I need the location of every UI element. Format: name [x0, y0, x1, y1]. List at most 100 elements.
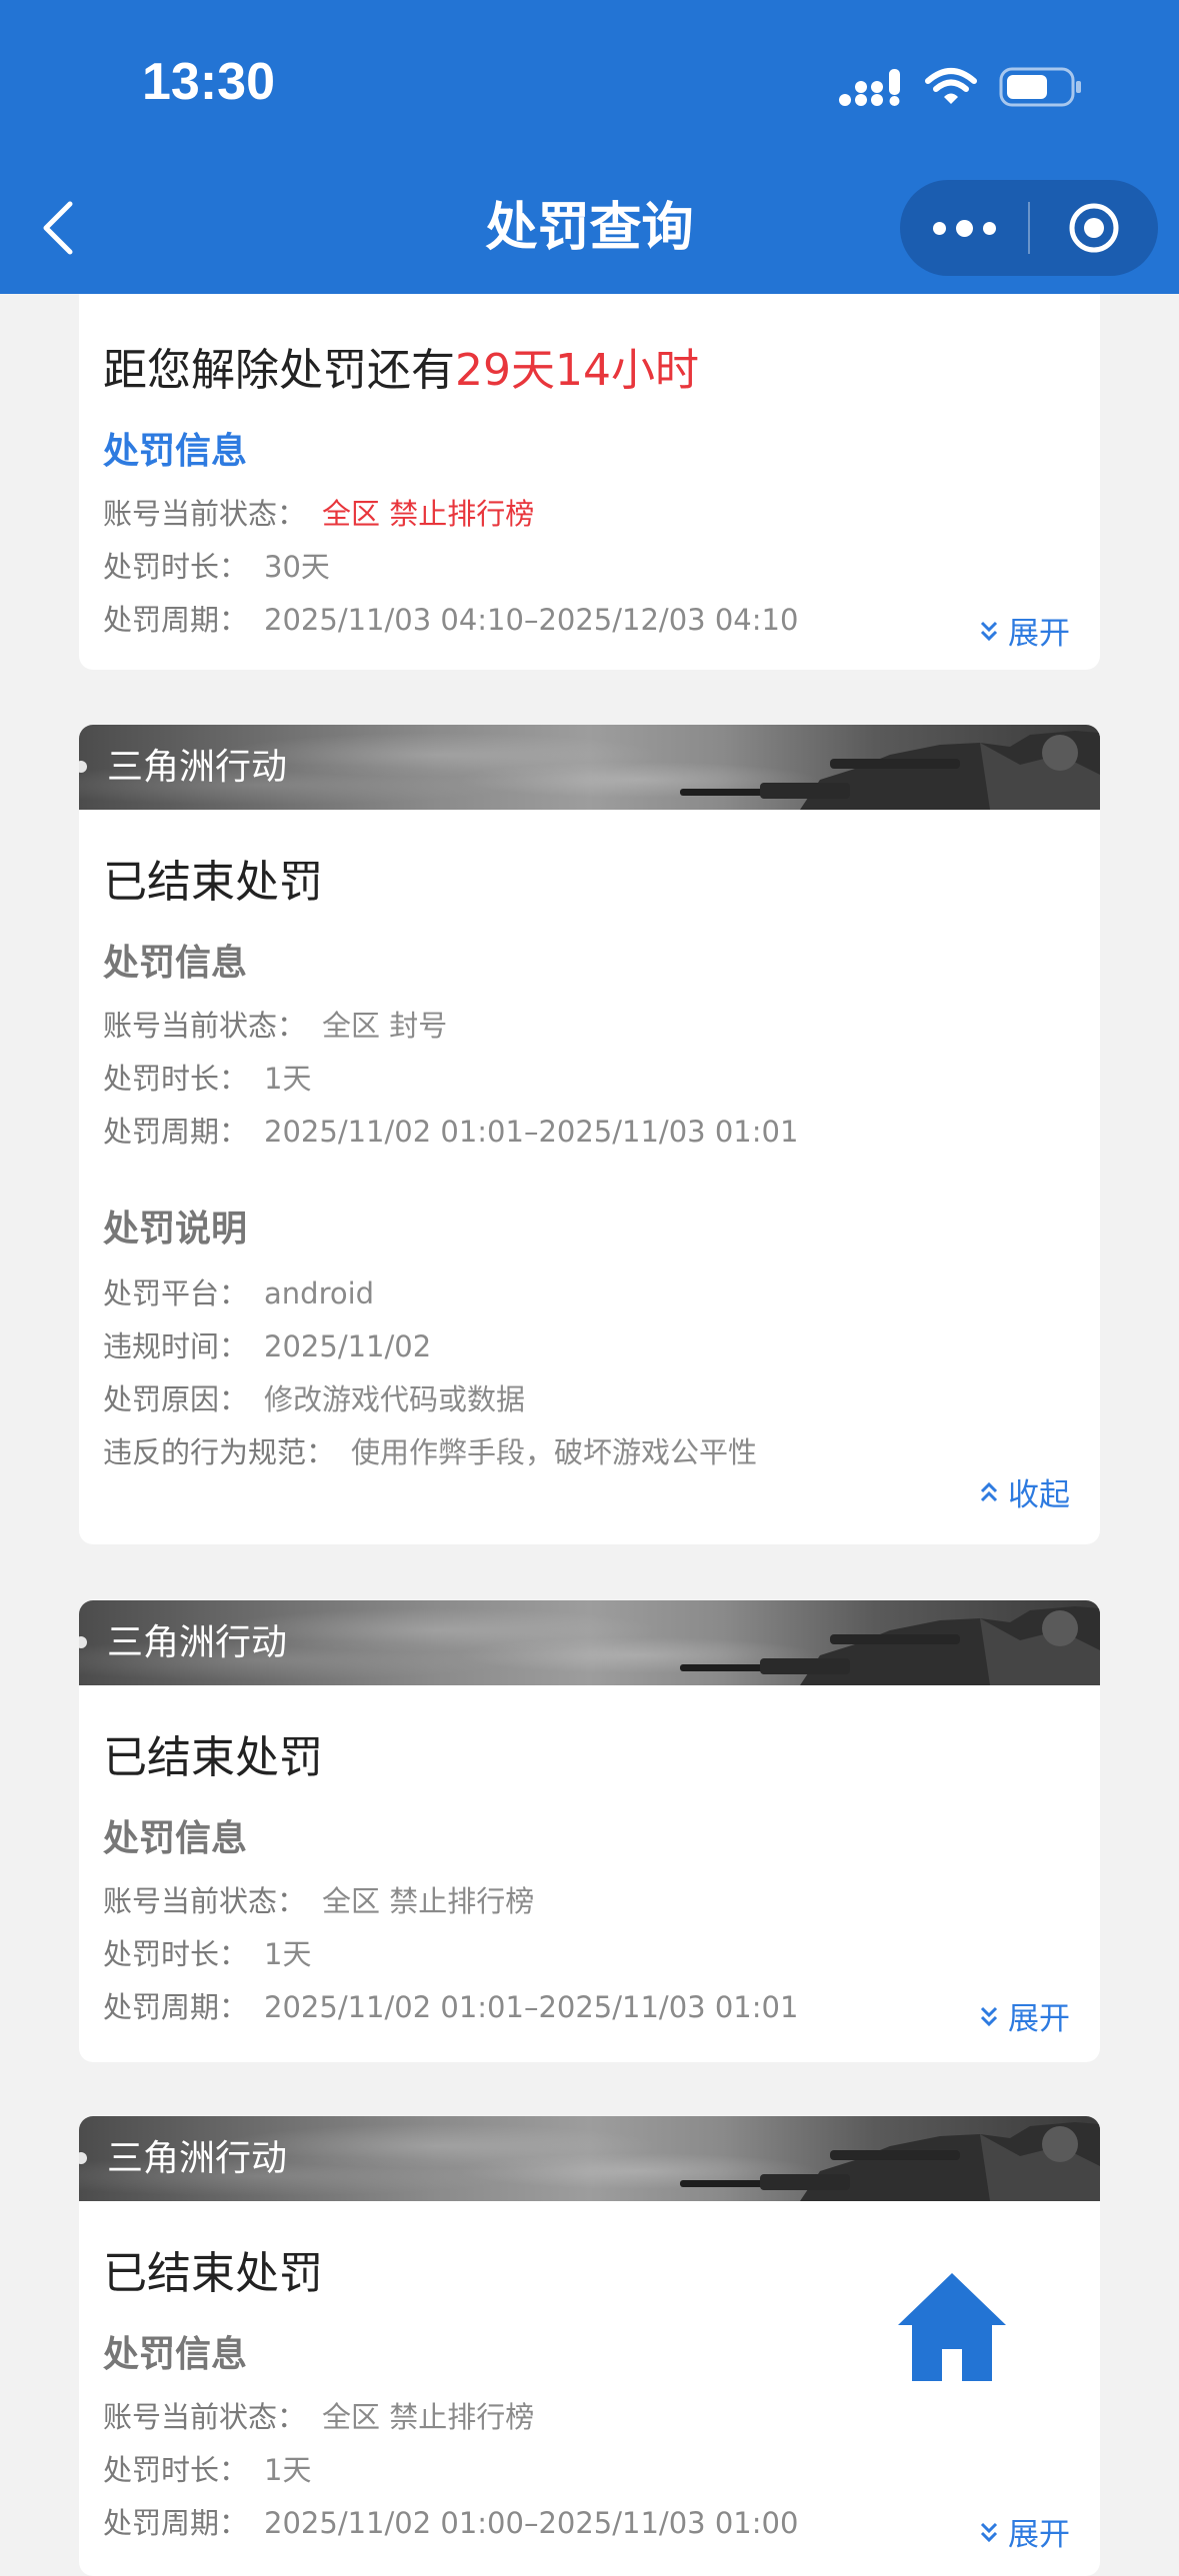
row-label: 账号当前状态：	[103, 2400, 307, 2434]
row-value: 全区 禁止排行榜	[322, 2400, 535, 2434]
row-label: 处罚时长：	[103, 550, 249, 584]
info-row-period: 处罚周期： 2025/11/02 01:00–2025/11/03 01:00	[103, 2497, 798, 2550]
more-dots-icon-right	[982, 221, 996, 235]
wifi-icon	[925, 68, 977, 104]
cellular-signal-icon	[839, 69, 900, 106]
info-row-duration: 处罚时长： 1天	[103, 1053, 798, 1106]
expand-toggle[interactable]: 展开	[978, 2509, 1070, 2554]
row-label: 账号当前状态：	[103, 1884, 307, 1918]
info-section-title: 处罚信息	[103, 1818, 248, 1859]
soldier-artwork-icon	[680, 731, 1100, 810]
game-name: 三角洲行动	[107, 747, 288, 788]
info-row-status: 账号当前状态： 全区 封号	[103, 1000, 798, 1053]
row-label: 处罚时长：	[103, 1937, 249, 1971]
double-chevron-down-icon	[980, 621, 998, 641]
row-value: 1天	[264, 1062, 312, 1096]
row-label: 处罚时长：	[103, 1062, 249, 1096]
title-bar: 13:30 处罚查询	[0, 0, 1179, 294]
home-icon	[898, 2273, 1006, 2381]
desc-row-platform: 处罚平台： android	[103, 1268, 757, 1320]
row-label: 处罚周期：	[103, 1990, 249, 2024]
row-value: 2025/11/02	[264, 1329, 432, 1363]
row-label: 处罚原因：	[103, 1382, 249, 1416]
penalty-card: 三角洲行动 已结束处罚 处罚信息 账号当前状态： 全区 封号 处罚时长： 1天 处罚…	[79, 725, 1100, 1544]
expand-toggle[interactable]: 展开	[978, 608, 1070, 653]
row-label: 账号当前状态：	[103, 1009, 307, 1043]
info-section-title: 处罚信息	[103, 431, 248, 472]
row-label: 处罚周期：	[103, 603, 249, 637]
info-row-duration: 处罚时长： 30天	[103, 541, 798, 594]
double-chevron-down-icon	[980, 2006, 998, 2026]
row-value: 修改游戏代码或数据	[264, 1382, 526, 1416]
row-value: 2025/11/03 04:10–2025/12/03 04:10	[264, 603, 799, 637]
info-section-title: 处罚信息	[103, 2334, 248, 2375]
row-value: 2025/11/02 01:01–2025/11/03 01:01	[264, 1115, 799, 1149]
remaining-time-value: 29天14小时	[455, 345, 699, 396]
penalty-status: 已结束处罚	[103, 857, 323, 908]
row-value: android	[264, 1277, 375, 1310]
game-name: 三角洲行动	[107, 1622, 288, 1663]
row-label: 处罚周期：	[103, 2506, 249, 2540]
info-row-period: 处罚周期： 2025/11/02 01:01–2025/11/03 01:01	[103, 1981, 798, 2034]
row-value: 2025/11/02 01:01–2025/11/03 01:01	[264, 1990, 799, 2024]
game-name: 三角洲行动	[107, 2138, 288, 2179]
info-row-status: 账号当前状态： 全区 禁止排行榜	[103, 488, 798, 541]
game-banner: 三角洲行动	[79, 1600, 1100, 1685]
double-chevron-down-icon	[980, 2522, 998, 2542]
row-value: 30天	[264, 550, 330, 584]
close-miniprogram-button[interactable]	[1030, 180, 1158, 276]
double-chevron-up-icon	[980, 1481, 998, 1501]
soldier-artwork-icon	[680, 1606, 1100, 1685]
expand-label: 展开	[1008, 2517, 1070, 2553]
row-label: 处罚周期：	[103, 1115, 249, 1149]
desc-row-reason: 处罚原因： 修改游戏代码或数据	[103, 1373, 757, 1426]
more-button[interactable]	[900, 180, 1028, 276]
desc-row-violation-time: 违规时间： 2025/11/02	[103, 1320, 757, 1373]
info-rows: 账号当前状态： 全区 禁止排行榜 处罚时长： 1天 处罚周期： 2025/11/02 …	[103, 1875, 798, 2034]
info-rows: 账号当前状态： 全区 禁止排行榜 处罚时长： 1天 处罚周期： 2025/11/02 …	[103, 2391, 798, 2550]
desc-row-rule: 违反的行为规范： 使用作弊手段，破坏游戏公平性	[103, 1426, 757, 1479]
info-section-title: 处罚信息	[103, 943, 248, 984]
target-circle-icon	[1069, 203, 1119, 253]
more-dots-icon	[932, 221, 946, 235]
penalty-status: 已结束处罚	[103, 2248, 323, 2299]
penalty-card: 三角洲行动 已结束处罚 处罚信息 账号当前状态： 全区 禁止排行榜 处罚时长： 1天…	[79, 1600, 1100, 2062]
info-row-duration: 处罚时长： 1天	[103, 1928, 798, 1981]
penalty-card-active: 距您解除处罚还有29天14小时 处罚信息 账号当前状态： 全区 禁止排行榜 处罚时…	[79, 290, 1100, 670]
game-banner: 三角洲行动	[79, 2116, 1100, 2201]
expand-label: 展开	[1008, 2001, 1070, 2037]
battery-icon	[999, 67, 1081, 107]
row-label: 违规时间：	[103, 1329, 249, 1363]
row-value: 全区 禁止排行榜	[322, 497, 535, 531]
expand-toggle[interactable]: 展开	[978, 1993, 1070, 2038]
game-banner: 三角洲行动	[79, 725, 1100, 810]
penalty-status: 已结束处罚	[103, 1732, 323, 1783]
row-value: 1天	[264, 2453, 312, 2487]
row-value: 使用作弊手段，破坏游戏公平性	[351, 1435, 758, 1469]
row-label: 违反的行为规范：	[103, 1435, 336, 1469]
expand-label: 展开	[1008, 616, 1070, 652]
row-label: 处罚时长：	[103, 2453, 249, 2487]
status-icons	[839, 62, 1083, 112]
row-value: 全区 禁止排行榜	[322, 1884, 535, 1918]
info-row-duration: 处罚时长： 1天	[103, 2444, 798, 2497]
miniprogram-capsule	[900, 180, 1158, 276]
info-rows: 账号当前状态： 全区 封号 处罚时长： 1天 处罚周期： 2025/11/02 01:…	[103, 1000, 798, 1159]
description-rows: 处罚平台： android 违规时间： 2025/11/02 处罚原因： 修改游戏代码…	[103, 1268, 757, 1479]
status-time: 13:30	[142, 53, 275, 111]
row-label: 处罚平台：	[103, 1277, 249, 1310]
home-button[interactable]	[896, 2269, 1008, 2381]
info-row-status: 账号当前状态： 全区 禁止排行榜	[103, 2391, 798, 2444]
info-rows: 账号当前状态： 全区 禁止排行榜 处罚时长： 30天 处罚周期： 2025/11/03…	[103, 488, 798, 647]
collapse-label: 收起	[1008, 1477, 1070, 1513]
remaining-time-prefix: 距您解除处罚还有	[103, 345, 455, 396]
row-value: 2025/11/02 01:00–2025/11/03 01:00	[264, 2506, 799, 2540]
row-label: 账号当前状态：	[103, 497, 307, 531]
collapse-toggle[interactable]: 收起	[978, 1469, 1070, 1514]
more-dots-icon-center	[955, 219, 973, 237]
remaining-time-text: 距您解除处罚还有29天14小时	[103, 334, 699, 398]
soldier-artwork-icon	[680, 2122, 1100, 2201]
description-section-title: 处罚说明	[103, 1209, 248, 1250]
info-row-status: 账号当前状态： 全区 禁止排行榜	[103, 1875, 798, 1928]
row-value: 1天	[264, 1937, 312, 1971]
